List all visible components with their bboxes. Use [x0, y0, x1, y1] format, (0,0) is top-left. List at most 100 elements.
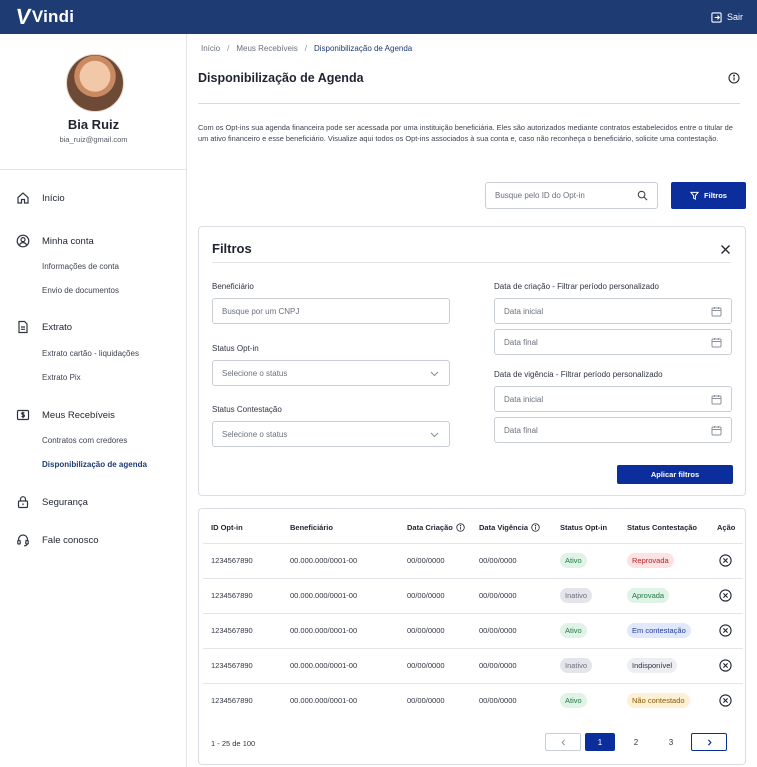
search-input[interactable]: Busque pelo ID do Opt-in — [485, 182, 658, 209]
table-row[interactable]: 1234567890 00.000.000/0001-00 00/00/0000 00… — [203, 543, 743, 578]
chevron-left-icon — [560, 738, 565, 746]
filters-button[interactable]: Filtros — [671, 182, 746, 209]
sidebar-item-informacoes-de-conta[interactable]: Informações de conta — [42, 262, 119, 271]
sidebar-item-seguranca[interactable]: Segurança — [16, 495, 88, 509]
column-header-beneficiary[interactable]: Beneficiário — [290, 523, 333, 532]
filters-divider — [212, 262, 731, 263]
info-icon[interactable] — [456, 523, 465, 532]
avatar[interactable] — [66, 54, 124, 112]
date-placeholder: Data inicial — [504, 306, 544, 316]
cell-optin-id: 1234567890 — [211, 696, 253, 705]
cell-created-date: 00/00/0000 — [407, 591, 445, 600]
sidebar-item-extrato[interactable]: Extrato — [16, 320, 72, 334]
cell-created-date: 00/00/0000 — [407, 696, 445, 705]
filters-panel: Filtros Beneficiário Busque por um CNPJ … — [198, 226, 746, 496]
cancel-circle-icon[interactable] — [719, 694, 732, 707]
calendar-icon — [711, 337, 722, 347]
column-header-created[interactable]: Data Criação — [407, 523, 465, 532]
apply-filters-button[interactable]: Aplicar filtros — [617, 465, 733, 484]
cell-created-date: 00/00/0000 — [407, 556, 445, 565]
cancel-circle-icon[interactable] — [719, 554, 732, 567]
optin-status-badge: Ativo — [560, 623, 587, 638]
cancel-circle-icon[interactable] — [719, 624, 732, 637]
column-header-contest-status[interactable]: Status Contestação — [627, 523, 697, 532]
cell-validity-date: 00/00/0000 — [479, 591, 517, 600]
table-row[interactable]: 1234567890 00.000.000/0001-00 00/00/0000 00… — [203, 578, 743, 613]
close-icon[interactable] — [720, 244, 731, 255]
cancel-circle-icon[interactable] — [719, 589, 732, 602]
table-row[interactable]: 1234567890 00.000.000/0001-00 00/00/0000 00… — [203, 648, 743, 683]
info-icon[interactable] — [531, 523, 540, 532]
chevron-down-icon — [430, 371, 439, 376]
vindi-logo[interactable]: V Vindi — [14, 4, 75, 30]
optin-status-select[interactable]: Selecione o status — [212, 360, 450, 386]
column-header-label: Data Criação — [407, 523, 453, 532]
cell-beneficiary: 00.000.000/0001-00 — [290, 696, 358, 705]
cell-validity-date: 00/00/0000 — [479, 696, 517, 705]
date-placeholder: Data final — [504, 425, 538, 435]
contest-status-badge: Não contestado — [627, 693, 690, 708]
search-placeholder: Busque pelo ID do Opt-in — [495, 191, 585, 200]
optin-status-label: Status Opt-in — [212, 344, 259, 353]
sidebar-item-envio-de-documentos[interactable]: Envio de documentos — [42, 286, 119, 295]
breadcrumb-separator: / — [304, 44, 307, 53]
sidebar-item-extrato-pix[interactable]: Extrato Pix — [42, 373, 81, 382]
sidebar-item-contratos-com-credores[interactable]: Contratos com credores — [42, 436, 127, 445]
sidebar-item-meus-recebiveis[interactable]: Meus Recebíveis — [16, 408, 115, 422]
sidebar-item-fale-conosco[interactable]: Fale conosco — [16, 533, 99, 547]
sidebar-item-label: Meus Recebíveis — [42, 409, 115, 421]
pagination-page-2[interactable]: 2 — [624, 733, 648, 751]
pagination-next-button[interactable] — [691, 733, 727, 751]
logout-button[interactable]: Sair — [711, 11, 743, 23]
brand-name: Vindi — [31, 7, 75, 26]
creation-start-date-input[interactable]: Data inicial — [494, 298, 732, 324]
profile-email: bia_ruiz@gmail.com — [59, 135, 128, 144]
cell-beneficiary: 00.000.000/0001-00 — [290, 661, 358, 670]
chevron-right-icon — [707, 738, 712, 746]
cancel-circle-icon[interactable] — [719, 659, 732, 672]
filter-icon — [690, 191, 700, 200]
logout-label: Sair — [726, 12, 743, 22]
document-icon — [18, 320, 28, 334]
validity-end-date-input[interactable]: Data final — [494, 417, 732, 443]
column-header-validity[interactable]: Data Vigência — [479, 523, 540, 532]
page-title: Disponibilização de Agenda — [198, 71, 364, 85]
logout-icon — [711, 11, 722, 23]
breadcrumb-item-current: Disponibilização de Agenda — [313, 44, 413, 53]
beneficiary-input[interactable]: Busque por um CNPJ — [212, 298, 450, 324]
cell-beneficiary: 00.000.000/0001-00 — [290, 556, 358, 565]
pagination-prev-button[interactable] — [545, 733, 581, 751]
breadcrumb-item-meus-recebiveis[interactable]: Meus Recebíveis — [236, 44, 297, 53]
optins-table: ID Opt-in Beneficiário Data Criação Data… — [198, 508, 746, 765]
date-placeholder: Data inicial — [504, 394, 544, 404]
cell-optin-id: 1234567890 — [211, 626, 253, 635]
page-description: Com os Opt-ins sua agenda financeira pod… — [198, 123, 733, 143]
contest-status-label: Status Contestação — [212, 405, 282, 414]
breadcrumb: Início / Meus Recebíveis / Disponibilização … — [201, 44, 412, 53]
pagination-page-1[interactable]: 1 — [585, 733, 615, 751]
filters-button-label: Filtros — [704, 191, 727, 200]
validity-start-date-input[interactable]: Data inicial — [494, 386, 732, 412]
title-divider — [198, 103, 740, 104]
pagination-page-3[interactable]: 3 — [659, 733, 683, 751]
sidebar-item-minha-conta[interactable]: Minha conta — [16, 234, 94, 248]
column-header-optin-status[interactable]: Status Opt-in — [560, 523, 607, 532]
sidebar-item-inicio[interactable]: Início — [16, 191, 65, 205]
contest-status-badge: Em contestação — [627, 623, 691, 638]
sidebar-item-extrato-cartao[interactable]: Extrato cartão - liquidações — [42, 349, 139, 358]
column-header-id[interactable]: ID Opt-in — [211, 523, 243, 532]
profile-name: Bia Ruiz — [67, 117, 120, 132]
sidebar-item-label: Segurança — [42, 496, 88, 508]
breadcrumb-item-inicio[interactable]: Início — [201, 44, 220, 53]
table-row[interactable]: 1234567890 00.000.000/0001-00 00/00/0000 00… — [203, 683, 743, 718]
creation-end-date-input[interactable]: Data final — [494, 329, 732, 355]
cell-beneficiary: 00.000.000/0001-00 — [290, 626, 358, 635]
cell-optin-id: 1234567890 — [211, 591, 253, 600]
sidebar-item-disponibilizacao-de-agenda[interactable]: Disponibilização de agenda — [42, 460, 147, 469]
sidebar: Bia Ruiz bia_ruiz@gmail.com Início Minha… — [0, 34, 187, 767]
contest-status-select[interactable]: Selecione o status — [212, 421, 450, 447]
table-row[interactable]: 1234567890 00.000.000/0001-00 00/00/0000 00… — [203, 613, 743, 648]
info-icon[interactable] — [728, 72, 740, 84]
sidebar-item-label: Início — [42, 192, 65, 204]
logo-mark-icon: V — [14, 4, 33, 29]
